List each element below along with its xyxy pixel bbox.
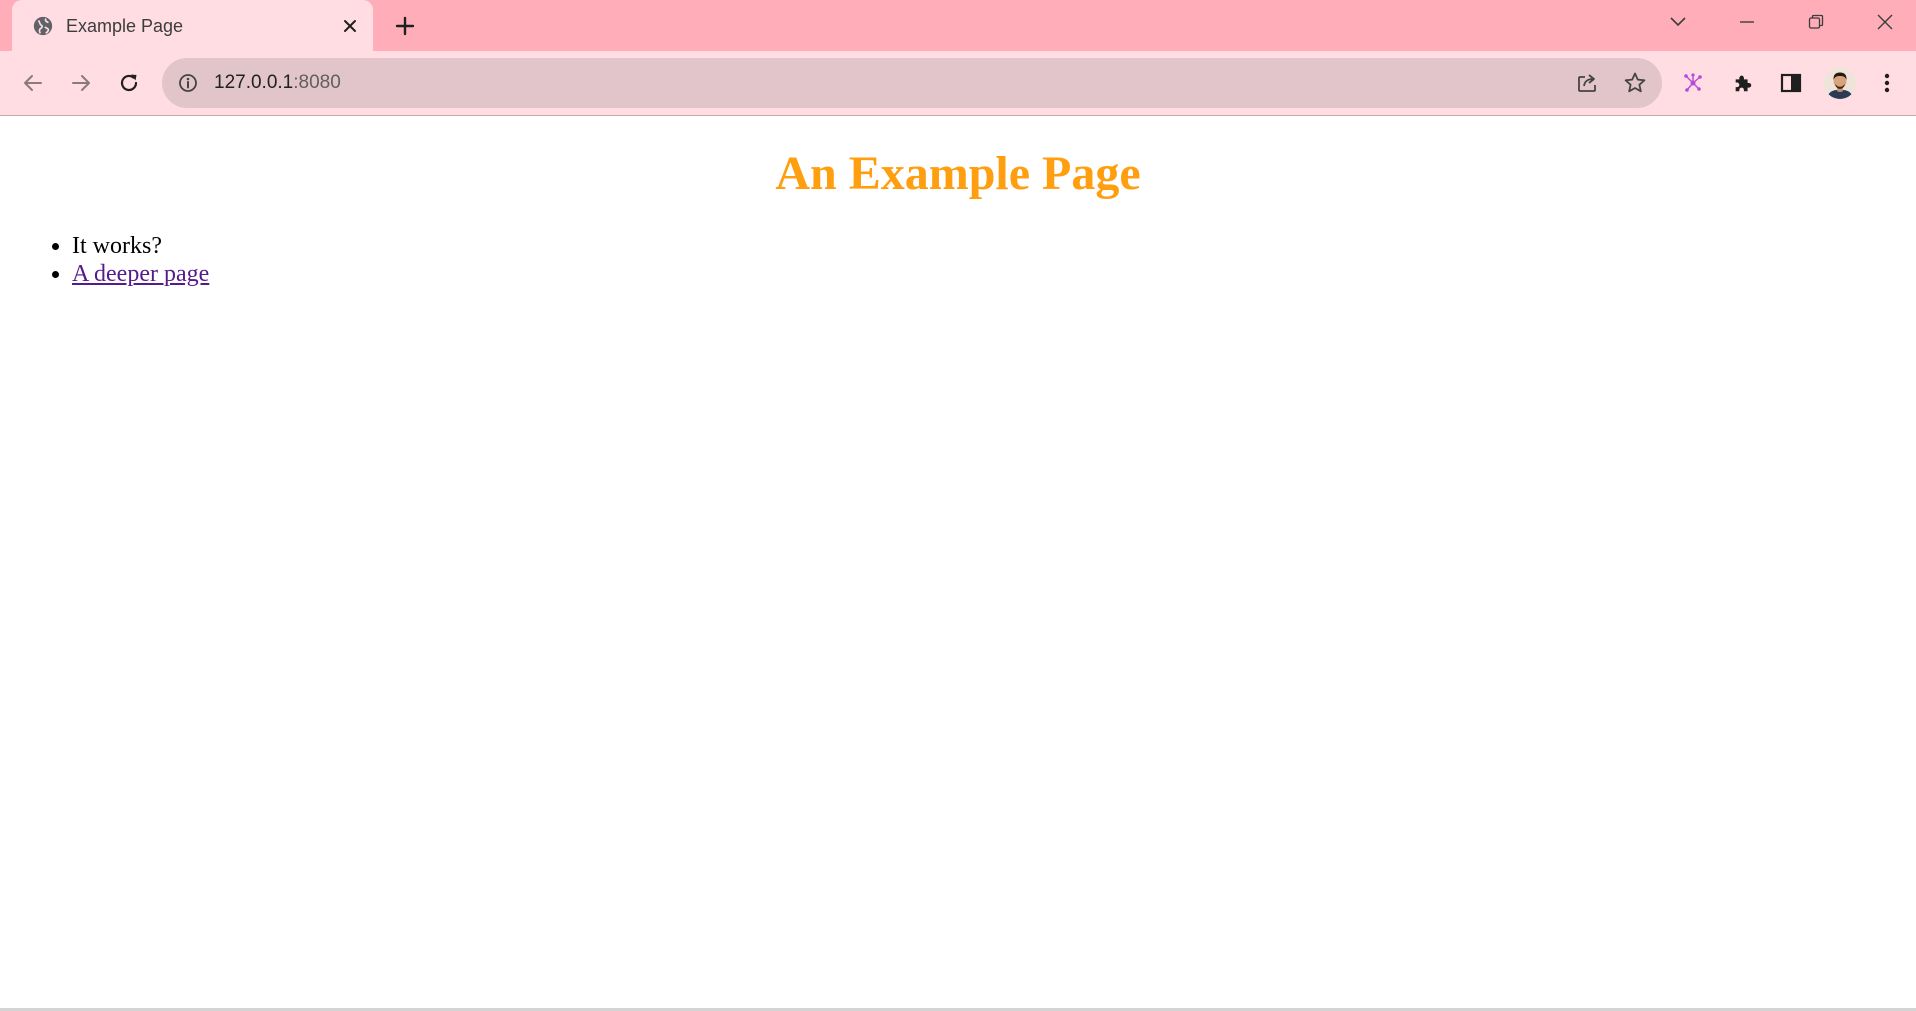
globe-icon	[31, 14, 54, 37]
profile-avatar[interactable]	[1824, 67, 1856, 99]
list-item-text: It works?	[72, 233, 162, 259]
url-host: 127.0.0.1	[214, 72, 294, 93]
tab-example-page[interactable]: Example Page	[12, 0, 373, 51]
address-bar[interactable]: 127.0.0.1:8080	[162, 58, 1662, 108]
browser-window: Example Page 127.0.0.1:8080 An Example P…	[0, 0, 1916, 1011]
chevron-down-icon[interactable]	[1655, 6, 1701, 38]
info-icon[interactable]	[176, 71, 200, 95]
tab-close-icon[interactable]	[337, 13, 362, 38]
deeper-page-link[interactable]: A deeper page	[72, 261, 209, 287]
reload-icon[interactable]	[112, 66, 146, 100]
share-icon[interactable]	[1573, 69, 1601, 97]
tab-title: Example Page	[66, 16, 184, 36]
url-port: :8080	[293, 72, 341, 93]
url-text[interactable]: 127.0.0.1:8080	[214, 71, 341, 95]
new-tab-plus-icon[interactable]	[390, 11, 420, 41]
kebab-menu-icon[interactable]	[1870, 66, 1904, 100]
list-item-deeper-page: A deeper page	[72, 260, 209, 288]
restore-icon[interactable]	[1793, 6, 1839, 38]
puzzle-icon[interactable]	[1726, 66, 1760, 100]
star-icon[interactable]	[1621, 69, 1649, 97]
list-item-it-works: It works?	[72, 232, 209, 260]
page-title: An Example Page	[775, 147, 1141, 200]
page-list: It works? A deeper page	[32, 232, 209, 288]
arrow-right-icon[interactable]	[64, 66, 98, 100]
side-panel-icon[interactable]	[1774, 66, 1808, 100]
page-viewport: An Example Page It works? A deeper page	[0, 116, 1916, 1009]
network-nodes-icon[interactable]	[1676, 66, 1710, 100]
close-icon[interactable]	[1862, 6, 1908, 38]
arrow-left-icon[interactable]	[16, 66, 50, 100]
minimize-icon[interactable]	[1724, 6, 1770, 38]
tab-strip: Example Page	[0, 0, 1916, 51]
browser-toolbar: 127.0.0.1:8080	[0, 51, 1916, 116]
